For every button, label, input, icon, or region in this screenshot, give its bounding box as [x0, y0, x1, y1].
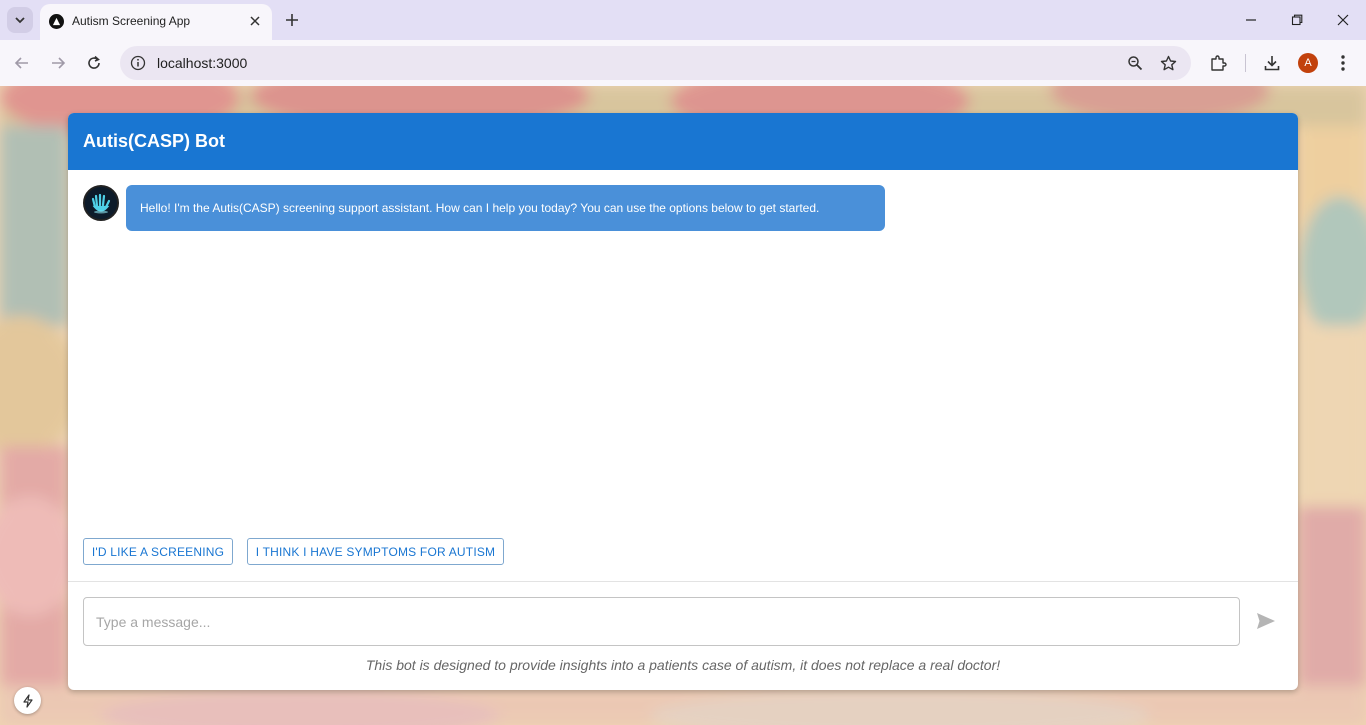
lightning-icon [22, 693, 33, 708]
close-tab-icon[interactable] [246, 12, 264, 30]
new-tab-icon[interactable] [282, 10, 302, 30]
site-info-icon[interactable] [128, 53, 148, 73]
toolbar-separator [1245, 54, 1246, 72]
address-bar[interactable]: localhost:3000 [120, 46, 1191, 80]
bookmark-star-icon[interactable] [1158, 53, 1178, 73]
tab-strip: Autism Screening App [0, 0, 1366, 40]
profile-avatar[interactable]: A [1298, 53, 1318, 73]
dev-tools-badge[interactable] [14, 687, 41, 714]
symptoms-option-button[interactable]: I THINK I HAVE SYMPTOMS FOR AUTISM [247, 538, 504, 565]
zoom-icon[interactable] [1125, 53, 1145, 73]
disclaimer-text: This bot is designed to provide insights… [365, 657, 1001, 673]
profile-initial: A [1304, 57, 1312, 69]
bot-message-text: Hello! I'm the Autis(CASP) screening sup… [140, 201, 820, 215]
bot-avatar [83, 185, 119, 221]
reload-icon[interactable] [82, 51, 106, 75]
forward-arrow-icon[interactable] [46, 51, 70, 75]
message-input[interactable] [83, 597, 1240, 646]
minimize-icon[interactable] [1239, 8, 1263, 32]
tab-title: Autism Screening App [72, 14, 191, 28]
send-icon[interactable] [1253, 608, 1279, 634]
hand-logo-icon [85, 187, 117, 219]
page-viewport: Autis(CASP) Bot Hello! I'm the Autis(CAS… [0, 86, 1366, 725]
chat-title: Autis(CASP) Bot [83, 131, 225, 151]
close-window-icon[interactable] [1331, 8, 1355, 32]
browser-toolbar: localhost:3000 A [0, 40, 1366, 86]
input-divider [68, 581, 1298, 582]
extensions-icon[interactable] [1207, 52, 1229, 74]
menu-kebab-icon[interactable] [1332, 52, 1354, 74]
screening-option-button[interactable]: I'D LIKE A SCREENING [83, 538, 233, 565]
chat-window: Autis(CASP) Bot Hello! I'm the Autis(CAS… [68, 113, 1298, 690]
bot-message-bubble: Hello! I'm the Autis(CASP) screening sup… [126, 185, 885, 231]
chevron-down-icon [15, 17, 25, 24]
triangle-logo-icon [49, 14, 64, 29]
chat-header: Autis(CASP) Bot [68, 113, 1298, 170]
browser-tab[interactable]: Autism Screening App [40, 4, 272, 40]
tab-search-button[interactable] [7, 7, 33, 33]
back-arrow-icon[interactable] [10, 51, 34, 75]
download-icon[interactable] [1261, 52, 1283, 74]
restore-icon[interactable] [1285, 8, 1309, 32]
url-text: localhost:3000 [157, 55, 248, 71]
